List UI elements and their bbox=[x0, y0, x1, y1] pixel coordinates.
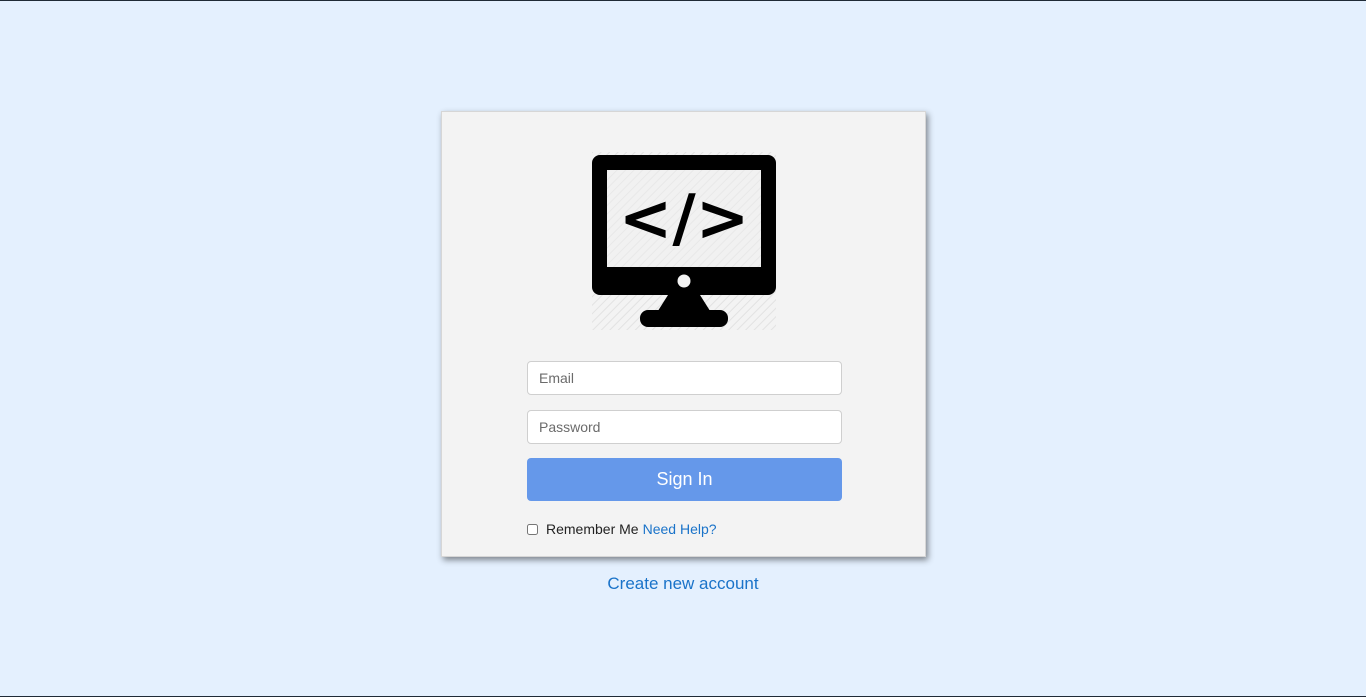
remember-me-label: Remember Me bbox=[546, 521, 639, 537]
email-field[interactable] bbox=[527, 361, 842, 395]
monitor-code-icon: </> bbox=[592, 152, 776, 330]
create-account-row: Create new account bbox=[0, 574, 1366, 594]
remember-me-checkbox[interactable] bbox=[527, 523, 538, 535]
need-help-link[interactable]: Need Help? bbox=[643, 521, 717, 537]
code-glyph: </> bbox=[619, 182, 750, 256]
login-card: </> Sign In Remember Me Need Help? bbox=[441, 111, 926, 557]
remember-row: Remember Me Need Help? bbox=[527, 520, 717, 538]
create-account-link[interactable]: Create new account bbox=[607, 574, 758, 593]
sign-in-button[interactable]: Sign In bbox=[527, 458, 842, 501]
password-field[interactable] bbox=[527, 410, 842, 444]
